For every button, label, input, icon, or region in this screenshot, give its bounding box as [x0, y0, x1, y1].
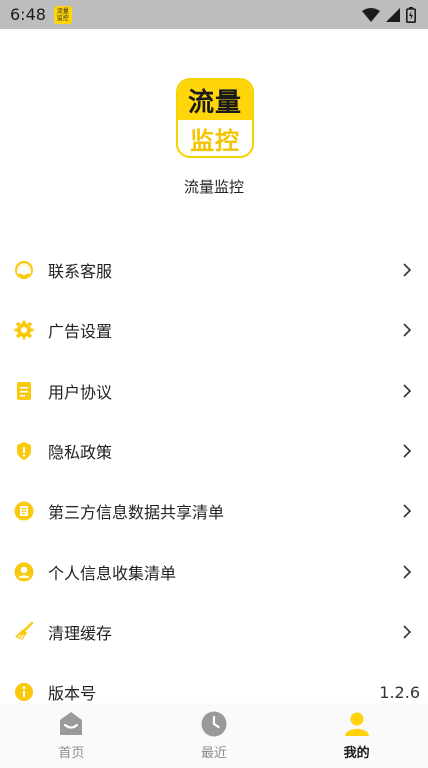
home-icon: [60, 711, 83, 735]
gear-icon: [14, 320, 34, 340]
tab-mine[interactable]: 我的: [285, 703, 428, 768]
status-indicators: [362, 6, 416, 23]
menu-item-privacy-policy[interactable]: 隐私政策: [0, 421, 428, 481]
status-app-icon: 流量 监控: [53, 5, 72, 24]
info-icon: [14, 682, 34, 702]
app-logo-top: 流量: [178, 80, 252, 120]
signal-icon: [386, 7, 400, 22]
menu-item-label: 广告设置: [48, 322, 113, 342]
settings-menu: 联系客服 广告设置 用户协议 隐私政策 第三方信息数据共享清单 个人信息收集清单…: [0, 240, 428, 722]
bottom-tab-bar: 首页 最近 我的: [0, 703, 428, 768]
menu-item-label: 清理缓存: [48, 623, 113, 643]
wifi-icon: [362, 7, 380, 22]
chevron-right-icon: [400, 565, 414, 579]
menu-item-label: 个人信息收集清单: [48, 563, 177, 583]
chevron-right-icon: [400, 384, 414, 398]
battery-icon: [406, 6, 416, 23]
document-icon: [14, 381, 34, 401]
app-logo: 流量 监控: [176, 78, 254, 158]
menu-item-contact-service[interactable]: 联系客服: [0, 240, 428, 300]
status-bar: 6:48 流量 监控: [0, 0, 428, 29]
menu-item-personal-info-list[interactable]: 个人信息收集清单: [0, 541, 428, 601]
menu-item-label: 版本号: [48, 684, 97, 704]
list-doc-icon: [14, 501, 34, 521]
tab-recent[interactable]: 最近: [143, 703, 286, 768]
menu-item-label: 隐私政策: [48, 443, 113, 463]
app-logo-bottom: 监控: [190, 126, 240, 155]
menu-item-user-agreement[interactable]: 用户协议: [0, 361, 428, 421]
clock-icon: [201, 711, 227, 736]
version-value: 1.2.6: [379, 682, 420, 702]
app-name: 流量监控: [183, 178, 244, 196]
tab-label: 最近: [201, 745, 228, 761]
status-app-icon-bottom: 监控: [56, 14, 69, 22]
menu-item-label: 用户协议: [48, 382, 113, 402]
chevron-right-icon: [400, 444, 414, 458]
tab-label: 我的: [343, 745, 370, 761]
broom-icon: [14, 621, 34, 642]
headset-icon: [14, 260, 34, 280]
menu-item-clear-cache[interactable]: 清理缓存: [0, 602, 428, 662]
chevron-right-icon: [400, 625, 414, 639]
menu-item-ad-settings[interactable]: 广告设置: [0, 300, 428, 360]
menu-item-label: 联系客服: [48, 262, 113, 282]
status-app-icon-top: 流量: [56, 7, 69, 15]
chevron-right-icon: [400, 323, 414, 338]
menu-item-label: 第三方信息数据共享清单: [48, 503, 225, 523]
menu-item-third-party-sharing[interactable]: 第三方信息数据共享清单: [0, 481, 428, 541]
tab-home[interactable]: 首页: [0, 703, 143, 768]
person-icon: [14, 562, 34, 582]
shield-icon: [14, 441, 34, 461]
tab-label: 首页: [58, 745, 85, 761]
chevron-right-icon: [400, 504, 414, 518]
user-icon: [344, 712, 369, 736]
chevron-right-icon: [400, 263, 414, 277]
status-time: 6:48: [10, 5, 46, 24]
